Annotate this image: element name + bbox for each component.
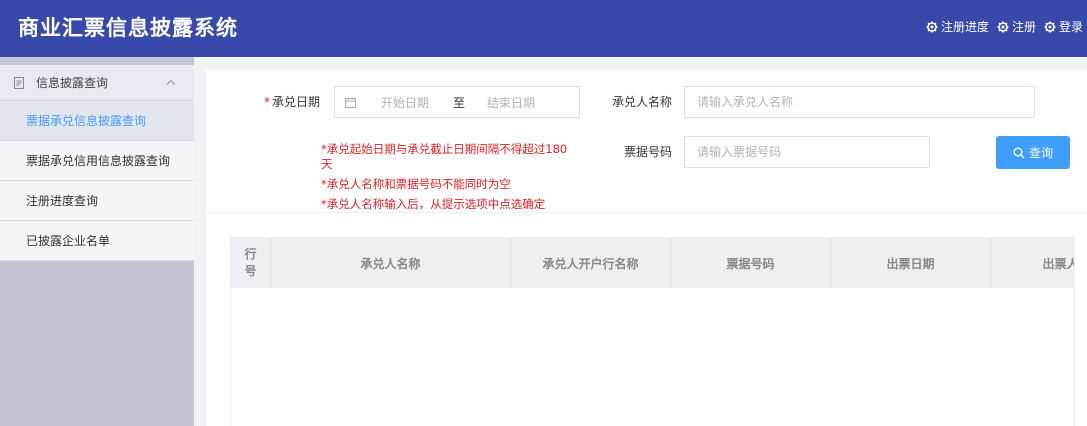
date-range-picker[interactable]: 开始日期 至 结束日期 <box>334 86 580 118</box>
date-end-input[interactable]: 结束日期 <box>487 95 535 111</box>
sidebar-item-disclosed-companies[interactable]: 已披露企业名单 <box>0 221 194 261</box>
column-header-row-number: 行号 <box>231 238 271 288</box>
date-range-note: *承兑起始日期与承兑截止日期间隔不得超过180 <box>321 142 568 156</box>
search-button-label: 查询 <box>1028 146 1053 160</box>
main-panel: *承兑日期 开始日期 至 结束日期 承兑人名称 票据号码 查询 *承兑起始日期与… <box>206 70 1087 426</box>
document-icon <box>14 77 24 89</box>
sidebar-item-registration-progress[interactable]: 注册进度查询 <box>0 181 194 221</box>
sidebar: 信息披露查询 票据承兑信息披露查询 票据承兑信用信息披露查询 注册进度查询 已披… <box>0 57 194 426</box>
required-mark: * <box>264 95 270 109</box>
date-label: * 承兑日期 <box>264 94 320 110</box>
date-range-note-cont: 天 <box>321 157 333 171</box>
acceptor-label: 承兑人名称 <box>612 95 673 109</box>
gear-icon <box>926 21 938 33</box>
column-header-acceptor-bank: 承兑人开户行名称 <box>511 238 671 288</box>
autocomplete-note: *承兑人名称输入后，从提示选项中点选确定 <box>321 197 546 211</box>
login-label: 登录 <box>1058 20 1083 34</box>
date-label-text: 承兑日期 <box>272 95 321 109</box>
login-link[interactable]: 登录 <box>1044 19 1083 35</box>
required-fields-note: *承兑人名称和票据号码不能同时为空 <box>321 177 511 191</box>
calendar-icon <box>345 97 356 108</box>
app-title: 商业汇票信息披露系统 <box>18 16 238 40</box>
sidebar-group-disclosure-query[interactable]: 信息披露查询 <box>0 65 194 101</box>
chevron-up-icon <box>166 79 176 85</box>
register-label: 注册 <box>1011 20 1036 34</box>
table-header: 行号 承兑人名称 承兑人开户行名称 票据号码 出票日期 出票人 <box>231 238 1074 288</box>
sidebar-item-credit-disclosure[interactable]: 票据承兑信用信息披露查询 <box>0 141 194 181</box>
search-button[interactable]: 查询 <box>996 136 1070 169</box>
top-header: 商业汇票信息披露系统 注册进度 注册 登录 <box>0 0 1087 57</box>
column-header-drawer: 出票人 <box>991 238 1074 288</box>
register-progress-link[interactable]: 注册进度 <box>926 19 989 35</box>
acceptor-input[interactable] <box>684 86 1035 118</box>
gear-icon <box>997 21 1009 33</box>
header-links: 注册进度 注册 登录 <box>918 19 1083 35</box>
section-divider <box>206 212 1087 213</box>
column-header-bill-number: 票据号码 <box>671 238 831 288</box>
register-progress-label: 注册进度 <box>940 20 989 34</box>
date-start-input[interactable]: 开始日期 <box>381 95 429 111</box>
date-separator: 至 <box>453 96 466 110</box>
bill-number-label: 票据号码 <box>624 145 673 159</box>
search-icon <box>1013 147 1025 158</box>
column-header-acceptor-name: 承兑人名称 <box>271 238 511 288</box>
register-link[interactable]: 注册 <box>997 19 1036 35</box>
sidebar-group-label: 信息披露查询 <box>36 76 109 90</box>
bill-number-input[interactable] <box>684 136 930 168</box>
sidebar-item-acceptance-disclosure[interactable]: 票据承兑信息披露查询 <box>0 101 194 141</box>
column-header-issue-date: 出票日期 <box>831 238 991 288</box>
results-table: 行号 承兑人名称 承兑人开户行名称 票据号码 出票日期 出票人 <box>230 237 1075 426</box>
gear-icon <box>1044 21 1056 33</box>
